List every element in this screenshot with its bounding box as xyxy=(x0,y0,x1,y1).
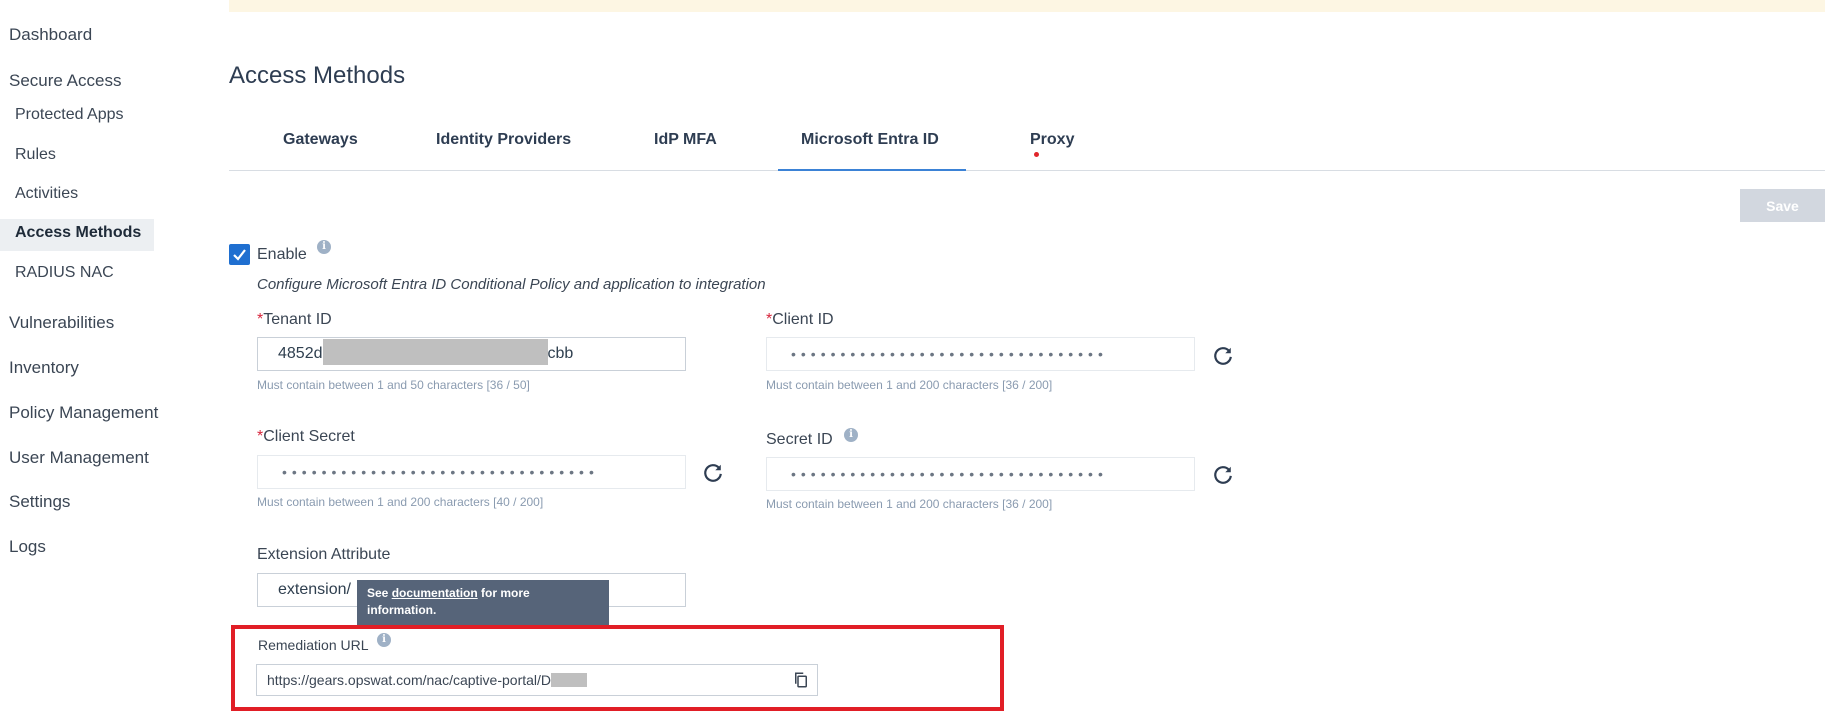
sidebar-item-settings[interactable]: Settings xyxy=(9,492,70,512)
sidebar-item-vulnerabilities[interactable]: Vulnerabilities xyxy=(9,313,114,333)
secret-id-hint: Must contain between 1 and 200 character… xyxy=(766,497,1053,511)
info-icon[interactable]: i xyxy=(377,633,391,647)
documentation-tooltip: See documentation for more information. xyxy=(357,580,609,628)
page-title: Access Methods xyxy=(229,62,406,89)
remediation-url-label: Remediation URL xyxy=(258,637,369,653)
sidebar-item-secure-access[interactable]: Secure Access xyxy=(9,71,121,91)
sidebar-item-inventory[interactable]: Inventory xyxy=(9,358,79,378)
client-secret-hint: Must contain between 1 and 200 character… xyxy=(257,495,544,509)
sidebar-item-dashboard[interactable]: Dashboard xyxy=(9,25,92,45)
sidebar-item-logs[interactable]: Logs xyxy=(9,537,46,557)
tab-identity-providers[interactable]: Identity Providers xyxy=(436,131,571,149)
sidebar: Dashboard Secure Access Protected Apps R… xyxy=(0,0,160,714)
client-id-label: *Client ID xyxy=(766,311,834,328)
tab-microsoft-entra-id[interactable]: Microsoft Entra ID xyxy=(801,131,939,149)
client-id-hint: Must contain between 1 and 200 character… xyxy=(766,378,1053,392)
notice-banner xyxy=(229,0,1825,12)
sidebar-item-protected-apps[interactable]: Protected Apps xyxy=(15,106,124,124)
remediation-url-input[interactable]: https://gears.opswat.com/nac/captive-por… xyxy=(256,664,818,696)
redacted-region xyxy=(322,339,548,365)
tab-proxy[interactable]: Proxy xyxy=(1030,131,1074,149)
refresh-icon[interactable] xyxy=(702,462,724,484)
extension-attribute-label: Extension Attribute xyxy=(257,546,391,563)
client-id-input[interactable]: •••••••••••••••••••••••••••••••• xyxy=(766,337,1195,371)
info-icon[interactable]: i xyxy=(844,428,858,442)
documentation-link[interactable]: documentation xyxy=(392,586,478,600)
tab-proxy-notification-dot xyxy=(1034,152,1039,157)
client-secret-label: *Client Secret xyxy=(257,428,355,445)
secret-id-input[interactable]: •••••••••••••••••••••••••••••••• xyxy=(766,457,1195,491)
enable-checkbox[interactable] xyxy=(229,244,250,265)
sidebar-item-policy-management[interactable]: Policy Management xyxy=(9,403,158,423)
sidebar-item-access-methods[interactable]: Access Methods xyxy=(15,224,141,242)
check-icon xyxy=(233,249,246,261)
secret-id-label: Secret ID xyxy=(766,431,833,448)
tabs-divider xyxy=(229,170,1825,171)
refresh-icon[interactable] xyxy=(1212,345,1234,367)
info-icon[interactable]: i xyxy=(317,240,331,254)
tab-idp-mfa[interactable]: IdP MFA xyxy=(654,131,717,149)
save-button[interactable]: Save xyxy=(1740,189,1825,222)
sidebar-item-activities[interactable]: Activities xyxy=(15,185,78,203)
tenant-id-input[interactable]: 4852d cbb xyxy=(257,337,686,371)
integration-description: Configure Microsoft Entra ID Conditional… xyxy=(257,276,766,293)
tenant-id-label: *Tenant ID xyxy=(257,311,332,328)
copy-icon[interactable] xyxy=(792,671,810,689)
client-secret-input[interactable]: •••••••••••••••••••••••••••••••• xyxy=(257,455,686,489)
sidebar-item-radius-nac[interactable]: RADIUS NAC xyxy=(15,264,114,282)
tab-gateways[interactable]: Gateways xyxy=(283,131,358,149)
sidebar-item-user-management[interactable]: User Management xyxy=(9,448,149,468)
active-tab-indicator xyxy=(778,169,966,171)
tenant-id-hint: Must contain between 1 and 50 characters… xyxy=(257,378,530,392)
enable-label: Enable xyxy=(257,246,307,263)
refresh-icon[interactable] xyxy=(1212,464,1234,486)
sidebar-item-rules[interactable]: Rules xyxy=(15,146,56,164)
redacted-region xyxy=(551,673,588,687)
